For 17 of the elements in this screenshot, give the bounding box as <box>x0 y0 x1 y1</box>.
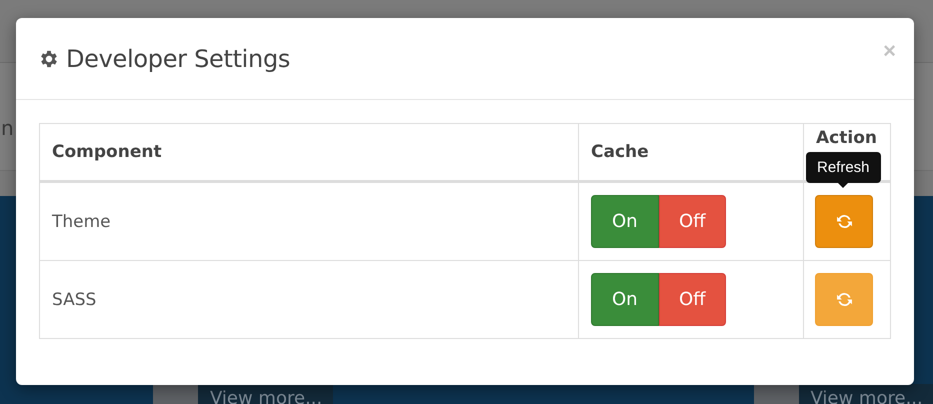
modal-title: Developer Settings <box>66 44 290 72</box>
column-header: Component <box>40 124 578 182</box>
off-button[interactable]: Off <box>658 273 726 326</box>
tooltip: Refresh <box>806 152 881 188</box>
table-cell: SASS <box>40 260 578 338</box>
on-button[interactable]: On <box>591 195 658 248</box>
thumbnail <box>754 384 798 404</box>
table-cell: Theme <box>40 182 578 260</box>
on-button[interactable]: On <box>591 273 658 326</box>
refresh-icon <box>836 291 852 308</box>
off-button[interactable]: Off <box>658 195 726 248</box>
thumbnail <box>153 384 198 404</box>
page-text: n <box>1 116 14 140</box>
refresh-button[interactable] <box>815 273 873 326</box>
refresh-icon <box>836 213 852 230</box>
column-header: Cache <box>578 124 804 182</box>
refresh-button[interactable] <box>815 195 873 248</box>
